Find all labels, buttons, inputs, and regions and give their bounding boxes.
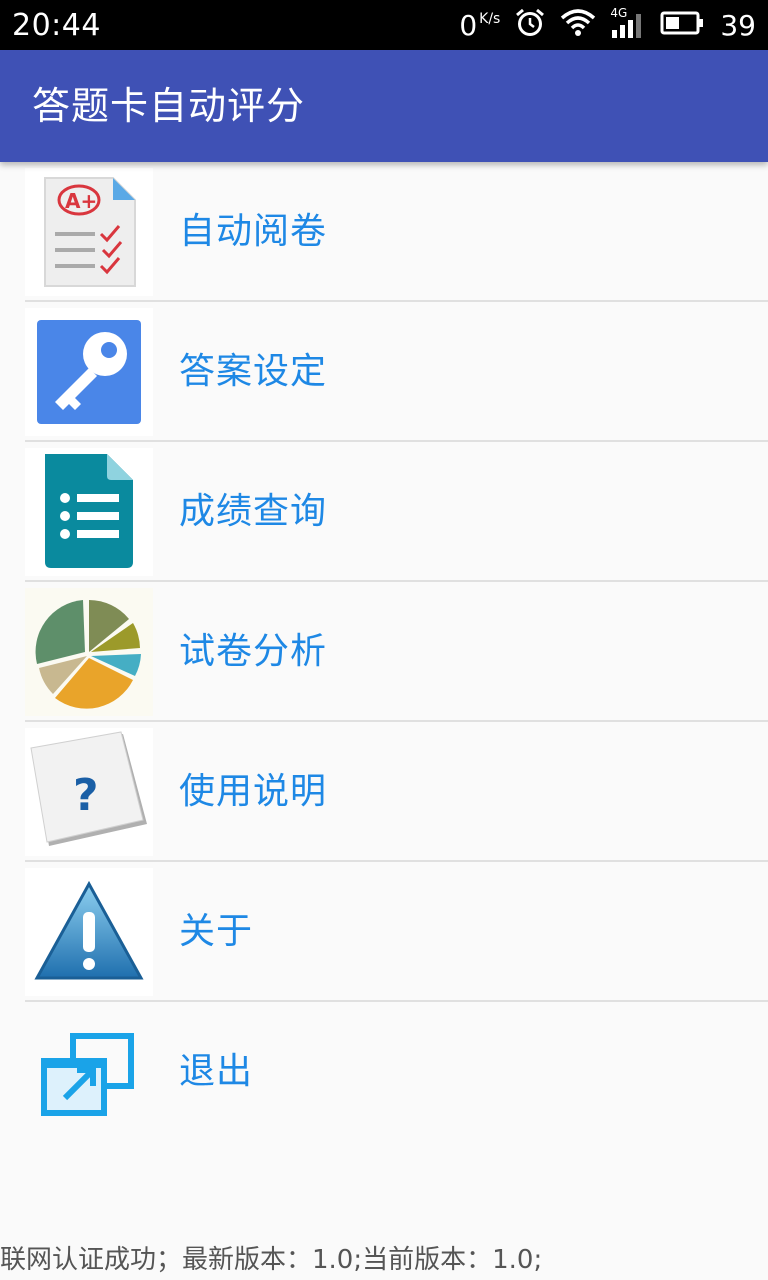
- menu-item-label: 答案设定: [179, 351, 328, 392]
- menu-item-answer-setup[interactable]: 答案设定: [25, 302, 768, 442]
- menu-item-instructions[interactable]: ? 使用说明: [25, 722, 768, 862]
- menu-item-label: 退出: [179, 1051, 254, 1092]
- app-title: 答题卡自动评分: [32, 84, 306, 128]
- status-time: 20:44: [12, 7, 101, 43]
- menu-item-label: 成绩查询: [179, 491, 328, 532]
- document-list-icon: [25, 448, 153, 576]
- menu-item-score-query[interactable]: 成绩查询: [25, 442, 768, 582]
- battery-level: 39: [720, 8, 756, 42]
- status-icons: 0 K/s 4G 39: [459, 6, 756, 43]
- footer-status-text: 联网认证成功；最新版本：1.0;当前版本：1.0;: [0, 1245, 543, 1275]
- grading-sheet-icon: A+: [25, 168, 153, 296]
- app-bar: 答题卡自动评分: [0, 50, 768, 162]
- menu-list: A+ 自动阅卷 答案设定 成绩查询 试卷分析 ? 使用说明 关于 退出: [0, 162, 768, 1142]
- menu-item-about[interactable]: 关于: [25, 862, 768, 1002]
- signal-icon: 4G: [610, 6, 646, 40]
- pie-chart-icon: [25, 588, 153, 716]
- menu-item-label: 使用说明: [179, 771, 328, 812]
- menu-item-label: 关于: [179, 911, 254, 952]
- svg-text:?: ?: [73, 770, 99, 821]
- wifi-icon: [560, 8, 596, 42]
- alarm-icon: [514, 7, 546, 43]
- exit-window-icon: [25, 1008, 153, 1136]
- menu-item-label: 自动阅卷: [179, 211, 328, 252]
- key-icon: [25, 308, 153, 436]
- status-bar: 20:44 0 K/s 4G 39: [0, 0, 768, 50]
- svg-text:A+: A+: [65, 189, 97, 213]
- menu-item-label: 试卷分析: [179, 631, 328, 672]
- warning-icon: [25, 868, 153, 996]
- battery-icon: [660, 10, 704, 40]
- network-speed-unit: K/s: [479, 11, 501, 27]
- question-mark-icon: ?: [25, 728, 153, 856]
- menu-item-auto-grading[interactable]: A+ 自动阅卷: [25, 162, 768, 302]
- network-speed-value: 0: [459, 8, 478, 42]
- menu-item-exit[interactable]: 退出: [25, 1002, 768, 1142]
- menu-item-exam-analysis[interactable]: 试卷分析: [25, 582, 768, 722]
- network-speed: 0 K/s: [459, 9, 500, 42]
